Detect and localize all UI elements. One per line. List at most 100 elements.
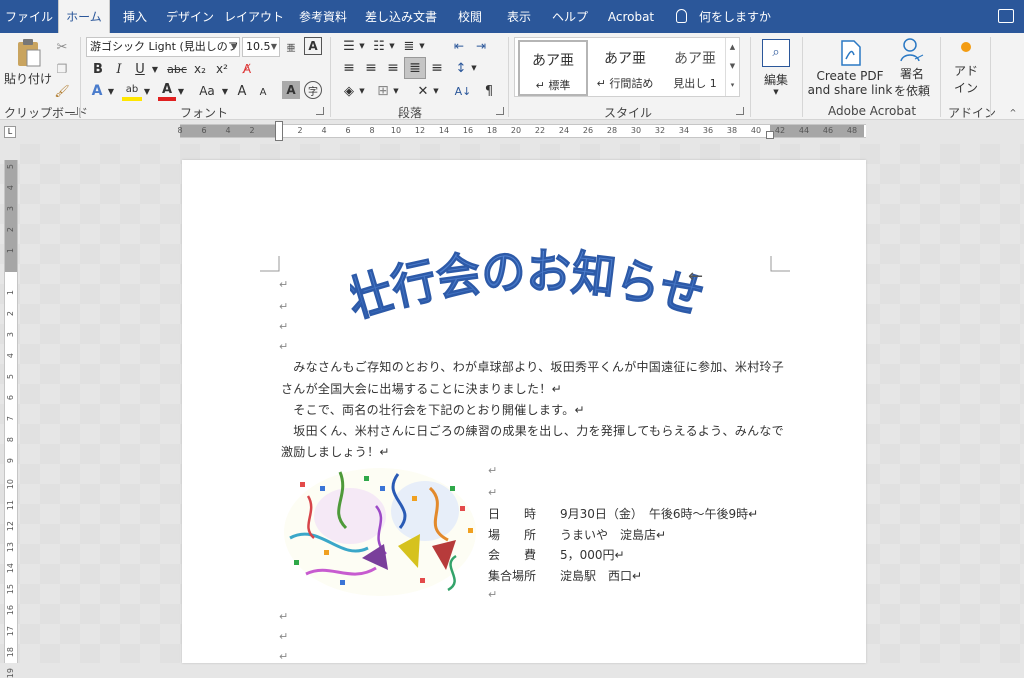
decrease-indent-icon[interactable]: ⇤ <box>450 37 468 55</box>
vertical-ruler[interactable]: 5 4 3 2 1 1 2 3 4 5 6 7 8 9 10 11 12 13 14 15 16 17 18 19 <box>4 160 18 678</box>
asian-layout-icon[interactable]: ✕ <box>414 81 432 101</box>
multilevel-list-icon[interactable]: ≣ <box>400 37 418 55</box>
font-size-combo[interactable]: 10.5 ▼ <box>242 37 280 57</box>
tab-file[interactable]: ファイル <box>4 0 54 33</box>
chevron-down-icon[interactable]: ▼ <box>432 81 440 101</box>
ribbon-tab-bar: ファイル ホーム 挿入 デザイン レイアウト 参考資料 差し込み文書 校閲 表示… <box>0 0 1024 34</box>
addin-icon <box>961 42 971 52</box>
numbering-icon[interactable]: ☷ <box>370 37 388 55</box>
tab-acrobat[interactable]: Acrobat <box>600 0 662 33</box>
highlight-icon[interactable]: ab <box>122 81 142 101</box>
style-name: ↵ 標準 <box>535 79 571 92</box>
ruler-tick-label: 9 <box>6 458 15 464</box>
chevron-down-icon[interactable]: ▼ <box>220 81 230 101</box>
document-page[interactable]: ↵ ↵ ↵ ↵ 壮行会のお知らせ ← みなさんもご存知のとおり、わが卓球部より、… <box>182 160 866 663</box>
phonetic-guide-icon[interactable]: 亜 <box>284 37 298 57</box>
wordart-text: 壮行会のお知らせ <box>350 248 710 329</box>
change-case-button[interactable]: Aa <box>194 81 220 101</box>
style-no-spacing[interactable]: あア亜 ↵ 行間詰め <box>590 40 660 96</box>
chevron-down-icon[interactable]: ▼ <box>142 81 152 101</box>
addin-button[interactable]: アド イン <box>946 39 986 99</box>
chevron-down-icon[interactable]: ▼ <box>358 81 366 101</box>
tab-layout[interactable]: レイアウト <box>224 0 284 33</box>
info-label: 日 時 <box>488 507 537 521</box>
chevron-down-icon[interactable]: ▼ <box>106 81 116 101</box>
borders-icon[interactable]: ⊞ <box>374 81 392 101</box>
clear-formatting-icon[interactable]: A̸ <box>238 60 256 78</box>
chevron-down-icon[interactable]: ▼ <box>358 37 366 55</box>
clipboard-launcher-icon[interactable] <box>70 107 78 115</box>
chevron-down-icon[interactable]: ▼ <box>418 37 426 55</box>
char-shading-icon[interactable]: A <box>282 81 300 99</box>
tab-references[interactable]: 参考資料 <box>292 0 354 33</box>
chevron-down-icon[interactable]: ▼ <box>392 81 400 101</box>
create-pdf-button[interactable]: Create PDF and share link <box>808 37 892 99</box>
ruler-tick-label: 5 <box>6 164 15 170</box>
increase-indent-icon[interactable]: ⇥ <box>472 37 490 55</box>
tab-home[interactable]: ホーム <box>58 0 110 34</box>
horizontal-ruler[interactable]: 8 6 4 2 2 4 6 8 10 12 14 16 18 20 22 24 26 28 30 32 34 36 38 40… <box>177 121 866 141</box>
font-launcher-icon[interactable] <box>316 107 324 115</box>
chevron-down-icon: ▼ <box>773 87 779 96</box>
sort-icon[interactable]: A↓ <box>454 81 472 101</box>
bullets-icon[interactable]: ☰ <box>340 37 358 55</box>
char-border-icon[interactable]: A <box>304 37 322 55</box>
enclosed-char-icon[interactable]: 字 <box>304 81 322 99</box>
tab-selector-icon[interactable]: L <box>4 126 16 138</box>
chevron-down-icon[interactable]: ▼ <box>470 59 478 77</box>
font-name-combo[interactable]: 游ゴシック Light (見出しのフ ▼ <box>86 37 240 57</box>
paste-button[interactable]: 貼り付け <box>4 37 52 87</box>
tell-me-search[interactable]: 何をしますか <box>676 0 771 33</box>
font-color-icon[interactable]: A <box>158 81 176 101</box>
tab-review[interactable]: 校閲 <box>448 0 492 33</box>
request-signature-button[interactable]: 署名 を依頼 <box>892 37 932 99</box>
tab-design[interactable]: デザイン <box>162 0 218 33</box>
show-marks-icon[interactable]: ¶ <box>480 81 498 101</box>
styles-scroll[interactable]: ▲ ▼ ▾ <box>725 38 739 96</box>
underline-button[interactable]: U <box>132 60 148 78</box>
chevron-down-icon[interactable]: ▼ <box>150 60 160 78</box>
cut-icon[interactable]: ✂ <box>54 39 70 55</box>
wordart-title[interactable]: 壮行会のお知らせ ← <box>350 248 710 348</box>
italic-button[interactable]: I <box>111 60 127 78</box>
tab-mailings[interactable]: 差し込み文書 <box>362 0 440 33</box>
bold-button[interactable]: B <box>90 60 106 78</box>
ruler-tick-label: 4 <box>225 126 231 135</box>
strikethrough-button[interactable]: abc <box>166 60 188 78</box>
editing-button[interactable]: ⌕ 編集 ▼ <box>756 35 796 99</box>
paragraph-launcher-icon[interactable] <box>496 107 504 115</box>
shading-icon[interactable]: ◈ <box>340 81 358 101</box>
ruler-tick-label: 48 <box>846 126 858 135</box>
comment-icon[interactable] <box>998 9 1014 23</box>
subscript-button[interactable]: x₂ <box>192 60 208 78</box>
align-left-icon[interactable]: ≡ <box>340 59 358 77</box>
style-preview: あア亜 <box>674 51 716 67</box>
line-spacing-icon[interactable]: ↕ <box>452 59 470 77</box>
indent-marker[interactable] <box>275 121 283 141</box>
paragraph-group-label: 段落 <box>398 106 423 120</box>
chevron-down-icon[interactable]: ▼ <box>176 81 186 101</box>
justify-icon[interactable]: ≣ <box>404 57 426 79</box>
grow-font-button[interactable]: A <box>234 81 250 101</box>
tab-insert[interactable]: 挿入 <box>114 0 156 33</box>
chevron-down-icon[interactable]: ▼ <box>388 37 396 55</box>
ruler-tick-label: 15 <box>6 584 15 595</box>
style-heading-1[interactable]: あア亜 見出し 1 <box>660 40 730 96</box>
align-right-icon[interactable]: ≡ <box>384 59 402 77</box>
style-normal[interactable]: あア亜 ↵ 標準 <box>518 40 588 96</box>
tab-view[interactable]: 表示 <box>498 0 540 33</box>
superscript-button[interactable]: x² <box>214 60 230 78</box>
align-center-icon[interactable]: ≡ <box>362 59 380 77</box>
shrink-font-button[interactable]: A <box>256 83 270 101</box>
party-clipart-image[interactable] <box>280 466 476 598</box>
crop-mark-tl <box>260 256 280 272</box>
collapse-ribbon-icon[interactable]: ^ <box>1008 107 1018 117</box>
paragraph-mark: ↵ <box>488 464 498 477</box>
format-painter-icon[interactable]: 🖌 <box>54 83 70 99</box>
distributed-icon[interactable]: ≡ <box>428 59 446 77</box>
ruler-margin-top <box>5 160 17 272</box>
styles-launcher-icon[interactable] <box>736 107 744 115</box>
copy-icon[interactable]: ❐ <box>54 61 70 77</box>
tab-help[interactable]: ヘルプ <box>548 0 592 33</box>
text-effects-icon[interactable]: A <box>88 81 106 101</box>
